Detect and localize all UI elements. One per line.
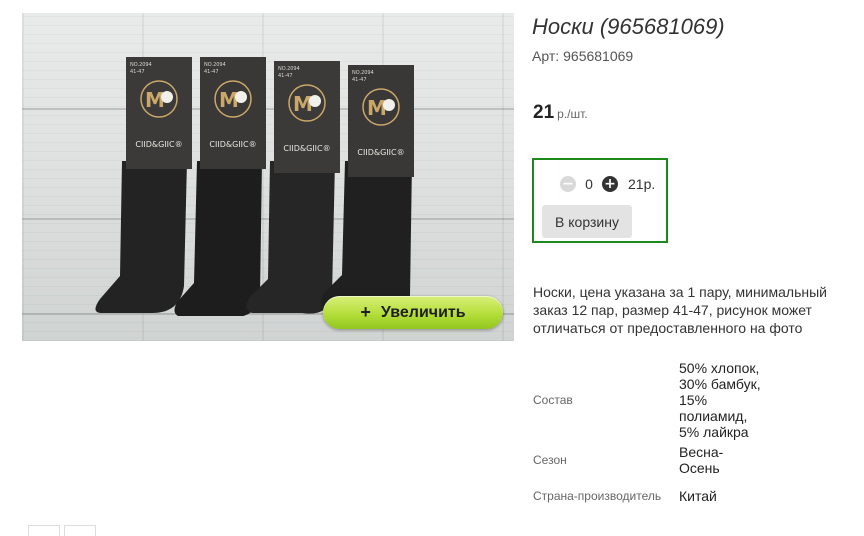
svg-text:CIID&GIIC®: CIID&GIIC® [357, 148, 404, 157]
plus-icon: + [360, 302, 371, 322]
sku-value: 965681069 [563, 48, 634, 64]
quantity-stepper: − + 21р. [560, 176, 655, 192]
line-total: 21р. [628, 176, 656, 192]
thumbnail-strip [28, 525, 96, 536]
quantity-input[interactable] [578, 176, 600, 192]
product-specs: Состав 50% хлопок, 30% бамбук, 15% полиа… [533, 360, 779, 512]
zoom-button-label: Увеличить [380, 303, 466, 321]
socks-image: M M M M CIID&GIIC® CIID&GIIC® CIID&GIIC®… [95, 57, 414, 316]
add-to-cart-box: − + 21р. В корзину [532, 158, 668, 243]
svg-text:CIID&GIIC®: CIID&GIIC® [209, 140, 256, 149]
product-price: 21 р./шт. [533, 102, 588, 124]
minus-icon: − [562, 176, 574, 192]
add-to-cart-button[interactable]: В корзину [542, 205, 632, 238]
zoom-button[interactable]: + Увеличить [323, 296, 503, 329]
spec-label-composition: Состав [533, 393, 573, 407]
product-photo[interactable]: M M M M CIID&GIIC® CIID&GIIC® CIID&GIIC®… [22, 13, 514, 341]
plus-icon: + [604, 176, 616, 192]
price-unit: р./шт. [557, 107, 588, 121]
product-description: Носки, цена указана за 1 пару, минимальн… [533, 284, 827, 336]
spec-value-season: Весна- Осень [679, 444, 724, 476]
price-value: 21 [533, 102, 555, 123]
svg-text:NO.2094: NO.2094 [130, 62, 152, 68]
svg-text:41-47: 41-47 [278, 73, 293, 79]
thumbnail[interactable] [28, 525, 60, 536]
spec-row: Сезон Весна- Осень [533, 440, 779, 480]
spec-value-country: Китай [679, 488, 717, 504]
svg-text:CIID&GIIC®: CIID&GIIC® [135, 140, 182, 149]
product-title: Носки (965681069) [532, 14, 725, 39]
svg-text:NO.2094: NO.2094 [204, 62, 226, 68]
thumbnail[interactable] [64, 525, 96, 536]
sku-label: Арт: [532, 48, 560, 64]
svg-text:NO.2094: NO.2094 [352, 70, 374, 76]
svg-text:41-47: 41-47 [352, 77, 367, 83]
svg-text:41-47: 41-47 [130, 69, 145, 75]
svg-text:41-47: 41-47 [204, 69, 219, 75]
svg-text:CIID&GIIC®: CIID&GIIC® [283, 144, 330, 153]
spec-label-season: Сезон [533, 453, 567, 467]
svg-text:NO.2094: NO.2094 [278, 66, 300, 72]
spec-value-composition: 50% хлопок, 30% бамбук, 15% полиамид, 5%… [679, 360, 761, 440]
spec-row: Состав 50% хлопок, 30% бамбук, 15% полиа… [533, 360, 779, 440]
product-sku: Арт: 965681069 [532, 48, 633, 64]
decrease-quantity-button[interactable]: − [560, 176, 576, 192]
spec-label-country: Страна-производитель [533, 489, 662, 503]
increase-quantity-button[interactable]: + [602, 176, 618, 192]
spec-row: Страна-производитель Китай [533, 480, 779, 512]
